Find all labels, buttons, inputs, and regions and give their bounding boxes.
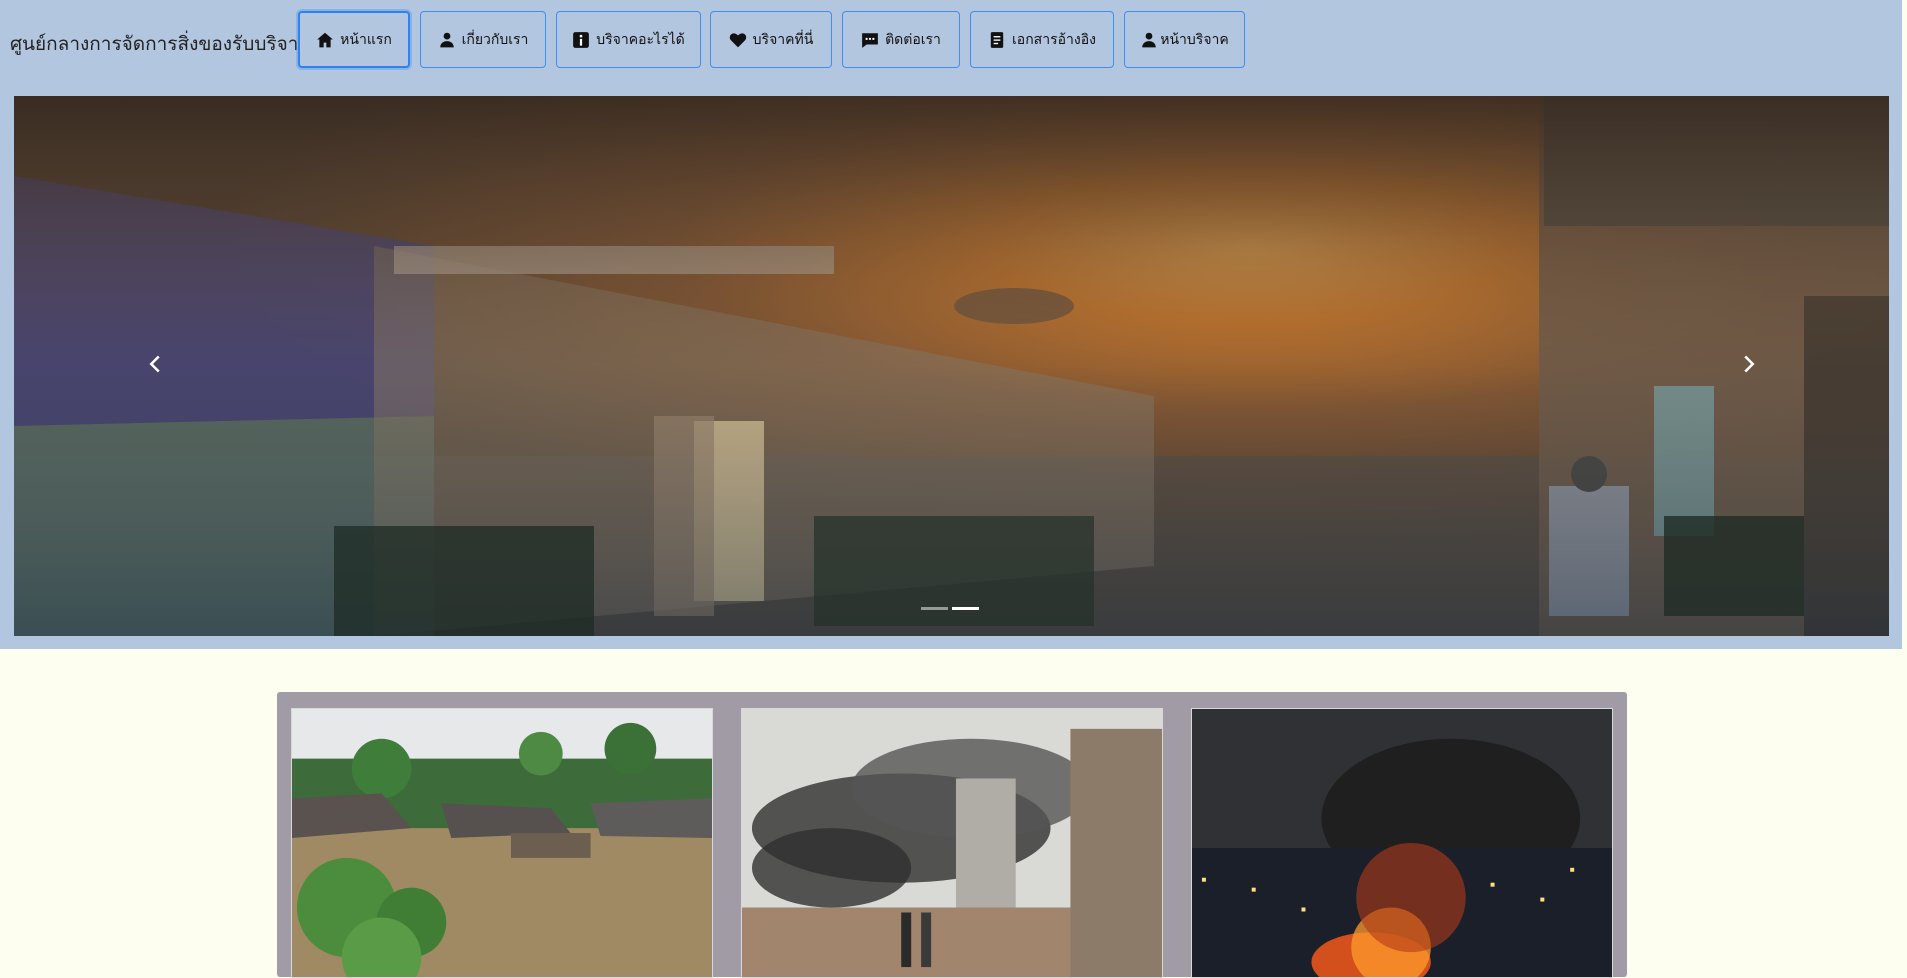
nav-contact-label: ติดต่อเรา bbox=[885, 31, 941, 48]
chevron-left-icon bbox=[149, 355, 160, 373]
flooded-village-image bbox=[292, 709, 712, 977]
home-icon bbox=[317, 32, 334, 47]
chat-icon bbox=[862, 32, 878, 48]
disaster-gallery bbox=[277, 692, 1627, 978]
carousel-indicator-2[interactable] bbox=[952, 607, 979, 610]
explosion-aftermath-image bbox=[742, 709, 1162, 977]
nav-home-label: หน้าแรก bbox=[340, 31, 392, 48]
info-icon bbox=[573, 31, 590, 48]
carousel-next-button[interactable] bbox=[1729, 344, 1769, 384]
nav-contact-button[interactable]: ติดต่อเรา bbox=[842, 11, 960, 68]
gallery-card-flood[interactable] bbox=[291, 708, 713, 978]
carousel-slide-image bbox=[14, 96, 1889, 636]
carousel-indicators bbox=[921, 607, 979, 610]
hero-carousel bbox=[14, 96, 1889, 636]
city-fire-night-image bbox=[1192, 709, 1612, 977]
person-icon bbox=[439, 32, 454, 47]
nav-donate-here-label: บริจาคที่นี่ bbox=[752, 31, 814, 48]
gallery-card-city-fire[interactable] bbox=[1191, 708, 1613, 978]
carousel-prev-button[interactable] bbox=[135, 344, 175, 384]
gallery-card-explosion[interactable] bbox=[741, 708, 1163, 978]
document-icon bbox=[990, 31, 1004, 48]
heart-icon bbox=[729, 32, 746, 47]
chevron-right-icon bbox=[1744, 355, 1755, 373]
nav-about-label: เกี่ยวกับเรา bbox=[461, 31, 529, 48]
nav-home-button[interactable]: หน้าแรก bbox=[298, 11, 410, 68]
nav-donate-here-button[interactable]: บริจาคที่นี่ bbox=[710, 11, 832, 68]
nav-references-label: เอกสารอ้างอิง bbox=[1012, 31, 1096, 48]
nav-what-to-donate-label: บริจาคอะไรได้ bbox=[596, 31, 685, 48]
nav-donation-page-label: หน้าบริจาค bbox=[1160, 31, 1229, 48]
nav-references-button[interactable]: เอกสารอ้างอิง bbox=[970, 11, 1114, 68]
person-icon bbox=[1142, 32, 1156, 47]
nav-donation-page-button[interactable]: หน้าบริจาค bbox=[1124, 11, 1245, 68]
site-brand[interactable]: ศูนย์กลางการจัดการสิ่งของรับบริจาค bbox=[10, 29, 311, 59]
nav-about-button[interactable]: เกี่ยวกับเรา bbox=[420, 11, 546, 68]
header: ศูนย์กลางการจัดการสิ่งของรับบริจาค หน้าแ… bbox=[0, 0, 1902, 649]
carousel-indicator-1[interactable] bbox=[921, 607, 948, 610]
nav-what-to-donate-button[interactable]: บริจาคอะไรได้ bbox=[556, 11, 701, 68]
